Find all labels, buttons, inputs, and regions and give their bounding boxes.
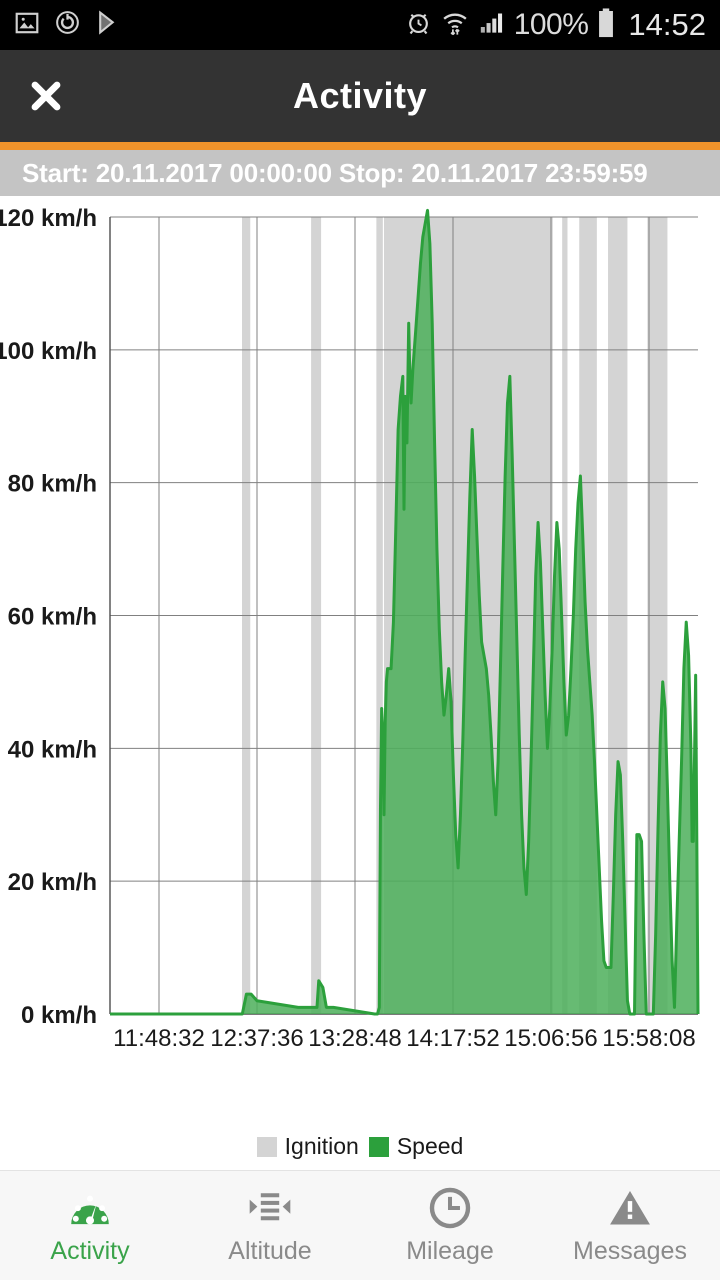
x-tick-label-5: 15:58:08 [602,1025,695,1052]
close-icon [31,81,61,111]
clock-icon [427,1185,473,1231]
x-tick-label-4: 15:06:56 [504,1025,597,1052]
date-range-bar: Start: 20.11.2017 00:00:00 Stop: 20.11.2… [0,150,720,196]
speed-color-swatch [368,1136,389,1157]
chart-legend: Ignition Speed [0,1133,720,1160]
x-tick-label-3: 14:17:52 [406,1025,499,1052]
x-tick-label-2: 13:28:48 [308,1025,401,1052]
status-bar-left-icons [14,9,120,41]
battery-icon [597,7,615,43]
y-tick-label-6: 120 km/h [0,205,97,232]
status-bar-clock: 14:52 [628,7,706,42]
y-tick-label-1: 20 km/h [8,869,97,896]
status-bar-right-icons: 100% 14:52 [405,7,706,43]
page-title: Activity [292,75,428,116]
battery-percent-label: 100% [513,8,589,41]
nav-label-altitude: Altitude [228,1237,312,1265]
power-sync-icon [54,9,81,41]
nav-label-mileage: Mileage [406,1237,494,1265]
legend-item-speed: Speed [368,1133,464,1160]
nav-label-activity: Activity [50,1237,130,1265]
y-tick-label-3: 60 km/h [8,604,97,631]
altitude-icon [247,1185,293,1231]
signal-bars-icon [478,9,505,41]
wifi-transfer-icon [441,9,469,42]
nav-item-activity[interactable]: Activity [0,1171,180,1280]
x-tick-label-1: 12:37:36 [210,1025,303,1052]
x-tick-label-0: 11:48:32 [113,1025,205,1052]
activity-chart[interactable]: 0 km/h 20 km/h 40 km/h 60 km/h 80 km/h 100 km… [0,196,720,1168]
play-store-icon [95,10,120,40]
status-bar: 100% 14:52 [0,0,720,50]
nav-item-altitude[interactable]: Altitude [180,1171,360,1280]
legend-item-ignition: Ignition [256,1133,359,1160]
date-range-label: Start: 20.11.2017 00:00:00 Stop: 20.11.2… [22,157,648,188]
y-tick-label-2: 40 km/h [8,736,97,763]
ignition-color-swatch [256,1136,277,1157]
photo-icon [14,10,40,41]
speed-ignition-chart-svg: 0 km/h 20 km/h 40 km/h 60 km/h 80 km/h 100 km… [0,205,700,1052]
app-toolbar: Activity [0,50,720,142]
speedometer-icon [67,1185,113,1231]
nav-label-messages: Messages [573,1237,687,1265]
y-tick-label-0: 0 km/h [21,1002,97,1029]
accent-divider [0,142,720,150]
nav-item-messages[interactable]: Messages [540,1171,720,1280]
y-tick-label-5: 100 km/h [0,338,97,365]
legend-label-speed: Speed [396,1133,464,1159]
alarm-icon [405,9,432,41]
warning-triangle-icon [607,1185,653,1231]
legend-label-ignition: Ignition [284,1133,359,1159]
bottom-navigation: Activity Altitude Mileage Messages [0,1170,720,1280]
nav-item-mileage[interactable]: Mileage [360,1171,540,1280]
close-button[interactable] [0,50,92,142]
y-tick-label-4: 80 km/h [8,471,97,498]
